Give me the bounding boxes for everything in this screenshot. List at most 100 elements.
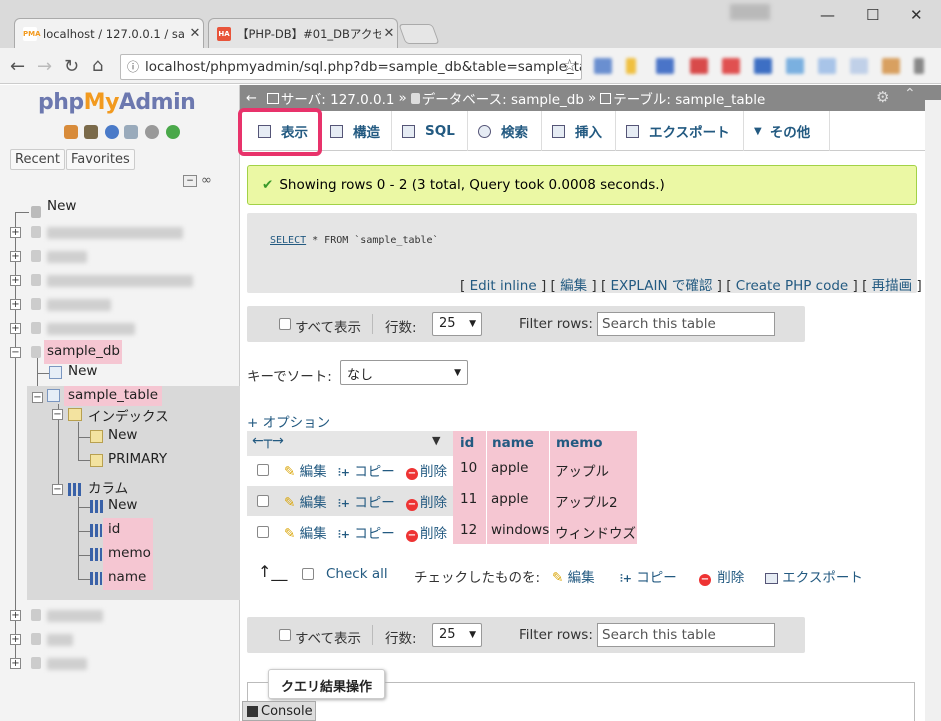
scrollbar[interactable] xyxy=(925,100,941,721)
home-icon[interactable]: ⌂ xyxy=(92,55,103,76)
cell-id[interactable]: 11 xyxy=(460,491,477,507)
delete-row-button[interactable]: − 削除 xyxy=(406,491,447,511)
link-icon[interactable]: ∞ xyxy=(201,173,212,188)
close-window-icon[interactable]: ✕ xyxy=(910,6,923,24)
collapse-db-icon[interactable]: − xyxy=(10,347,21,358)
settings-gear-icon[interactable]: ⚙ xyxy=(876,88,889,106)
collapse-indexes-icon[interactable]: − xyxy=(52,409,63,420)
tree-index-primary[interactable]: PRIMARY xyxy=(108,451,167,467)
tab-more[interactable]: ▼ その他 xyxy=(744,111,830,151)
column-header-name[interactable]: name xyxy=(488,431,538,456)
tab-structure[interactable]: 構造 xyxy=(320,111,392,151)
bookmark-star-icon[interactable]: ☆ xyxy=(562,56,577,76)
rows-select[interactable]: 25 ▼ xyxy=(432,623,482,647)
home-icon[interactable] xyxy=(64,125,78,139)
docs-icon[interactable] xyxy=(124,125,138,139)
tree-table[interactable]: sample_table xyxy=(68,387,158,403)
tree-column-memo[interactable]: memo xyxy=(108,545,151,561)
breadcrumb-server[interactable]: サーバ: 127.0.0.1 xyxy=(281,88,395,108)
collapse-table-icon[interactable]: − xyxy=(32,392,43,403)
copy-row-button[interactable]: ⫶+ コピー xyxy=(338,491,395,511)
tree-indexes[interactable]: インデックス xyxy=(88,405,169,425)
edit-row-button[interactable]: ✎ 編集 xyxy=(284,522,327,542)
cell-id[interactable]: 10 xyxy=(460,460,477,476)
filter-rows-input[interactable]: Search this table xyxy=(597,312,775,336)
edit-row-button[interactable]: ✎ 編集 xyxy=(284,491,327,511)
close-tab-icon[interactable]: ✕ xyxy=(381,26,397,41)
breadcrumb-table[interactable]: テーブル: sample_table xyxy=(613,88,765,108)
cell-id[interactable]: 12 xyxy=(460,522,477,538)
new-tab-button[interactable] xyxy=(398,24,440,44)
sql-query-text[interactable]: SELECT * FROM `sample_table` xyxy=(270,235,439,246)
console-button[interactable]: Console xyxy=(242,701,316,721)
browser-tab-active[interactable]: PMA localhost / 127.0.0.1 / sa ✕ xyxy=(14,18,204,48)
close-tab-icon[interactable]: ✕ xyxy=(187,26,203,41)
collapse-nav-icon[interactable]: ← xyxy=(246,91,257,106)
reload-nav-icon[interactable] xyxy=(166,125,180,139)
tab-insert[interactable]: 挿入 xyxy=(542,111,616,151)
row-checkbox[interactable] xyxy=(257,526,269,538)
recent-tab[interactable]: Recent xyxy=(10,149,65,170)
collapse-all-icon[interactable]: − xyxy=(183,175,197,187)
create-php-link[interactable]: Create PHP code xyxy=(736,278,848,294)
cell-name[interactable]: apple xyxy=(491,460,528,476)
tree-new-database[interactable]: New xyxy=(47,198,76,214)
forward-icon[interactable]: → xyxy=(37,56,52,77)
cell-memo[interactable]: ウィンドウズ xyxy=(555,522,636,542)
gear-icon[interactable] xyxy=(145,125,159,139)
edit-link[interactable]: 編集 xyxy=(560,278,587,294)
bulk-copy-button[interactable]: ⫶+ コピー xyxy=(620,566,677,586)
logout-icon[interactable] xyxy=(84,125,98,139)
help-icon[interactable] xyxy=(105,125,119,139)
row-checkbox[interactable] xyxy=(257,495,269,507)
bulk-export-button[interactable]: エクスポート xyxy=(765,566,863,586)
show-all-checkbox[interactable] xyxy=(279,629,291,641)
options-link[interactable]: + オプション xyxy=(247,411,330,431)
back-icon[interactable]: ← xyxy=(10,56,25,77)
explain-link[interactable]: EXPLAIN で確認 xyxy=(611,278,713,294)
edit-inline-link[interactable]: Edit inline xyxy=(470,278,537,294)
column-resize-icon[interactable]: ←┬→ xyxy=(252,433,284,449)
show-all-checkbox[interactable] xyxy=(279,318,291,330)
tab-search[interactable]: 検索 xyxy=(468,111,542,151)
minimize-icon[interactable]: — xyxy=(820,6,835,24)
breadcrumb-database[interactable]: データベース: sample_db xyxy=(422,88,584,108)
edit-row-button[interactable]: ✎ 編集 xyxy=(284,460,327,480)
rows-select[interactable]: 25 ▼ xyxy=(432,312,482,336)
tree-columns[interactable]: カラム xyxy=(88,477,128,497)
tree-new-column[interactable]: New xyxy=(108,497,137,513)
column-header-memo[interactable]: memo xyxy=(552,431,607,456)
cell-memo[interactable]: アップル2 xyxy=(555,491,618,511)
favorites-tab[interactable]: Favorites xyxy=(66,149,135,170)
copy-row-button[interactable]: ⫶+ コピー xyxy=(338,522,395,542)
info-icon[interactable]: ⓘ xyxy=(127,58,139,75)
column-header-id[interactable]: id xyxy=(456,431,478,456)
url-input[interactable]: ⓘ localhost/phpmyadmin/sql.php?db=sample… xyxy=(120,54,582,80)
tree-column-name[interactable]: name xyxy=(108,569,146,585)
browser-tab-inactive[interactable]: HA 【PHP-DB】#01_DBアクセス ✕ xyxy=(208,18,398,48)
tree-new-index[interactable]: New xyxy=(108,427,137,443)
sort-select[interactable]: なし ▼ xyxy=(340,360,468,385)
column-visibility-icon[interactable]: ▼ xyxy=(432,434,440,447)
tree-new-table[interactable]: New xyxy=(68,363,97,379)
check-all-checkbox[interactable] xyxy=(302,568,314,580)
cell-memo[interactable]: アップル xyxy=(555,460,609,480)
cell-name[interactable]: windows xyxy=(491,522,549,538)
tab-sql[interactable]: SQL xyxy=(392,111,468,151)
maximize-icon[interactable]: ☐ xyxy=(866,6,879,24)
filter-rows-input[interactable]: Search this table xyxy=(597,623,775,647)
check-all-label[interactable]: Check all xyxy=(326,566,388,582)
bulk-edit-button[interactable]: ✎ 編集 xyxy=(552,566,595,586)
cell-name[interactable]: apple xyxy=(491,491,528,507)
collapse-top-icon[interactable]: ⌃ xyxy=(904,86,916,102)
refresh-link[interactable]: 再描画 xyxy=(872,278,913,294)
tab-export[interactable]: エクスポート xyxy=(616,111,744,151)
bulk-delete-button[interactable]: − 削除 xyxy=(699,566,744,586)
collapse-columns-icon[interactable]: − xyxy=(52,484,63,495)
phpmyadmin-logo[interactable]: phpMyAdmin xyxy=(38,90,196,115)
tree-column-id[interactable]: id xyxy=(108,521,120,537)
row-checkbox[interactable] xyxy=(257,464,269,476)
delete-row-button[interactable]: − 削除 xyxy=(406,522,447,542)
delete-row-button[interactable]: − 削除 xyxy=(406,460,447,480)
copy-row-button[interactable]: ⫶+ コピー xyxy=(338,460,395,480)
